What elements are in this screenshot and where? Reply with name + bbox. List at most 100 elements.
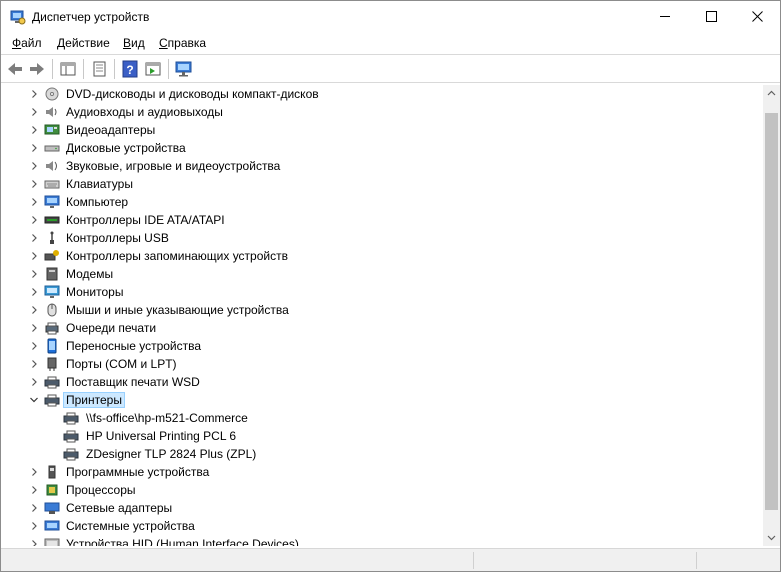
tree-item-label: Мыши и иные указывающие устройства [66,303,289,317]
chevron-right-icon[interactable] [28,538,40,546]
vertical-scrollbar[interactable] [763,85,780,546]
computer-icon [44,195,60,208]
menu-view-accel: В [123,36,132,50]
minimize-button[interactable] [642,1,688,32]
tree-item-label: \\fs-office\hp-m521-Commerce [86,411,248,425]
tree-category-item[interactable]: Порты (COM и LPT) [1,355,763,373]
tree-category-item[interactable]: Звуковые, игровые и видеоустройства [1,157,763,175]
chevron-right-icon[interactable] [28,142,40,154]
chevron-down-icon [767,535,776,541]
maximize-button[interactable] [688,1,734,32]
tree-item-label: Программные устройства [66,465,210,479]
tree-category-item[interactable]: Сетевые адаптеры [1,499,763,517]
chevron-right-icon[interactable] [28,502,40,514]
device-tree[interactable]: DVD-дисководы и дисководы компакт-дисков… [1,85,763,546]
chevron-right-icon[interactable] [28,250,40,262]
chevron-right-icon[interactable] [28,304,40,316]
tree-category-item[interactable]: Аудиовходы и аудиовыходы [1,103,763,121]
tree-item-label: Устройства HID (Human Interface Devices) [66,537,299,546]
tree-item-label: Модемы [66,267,114,281]
title-bar[interactable]: Диспетчер устройств [1,1,780,32]
tree-category-item[interactable]: Принтеры [1,391,763,409]
tree-item-label: Мониторы [66,285,124,299]
tree-category-item[interactable]: Устройства HID (Human Interface Devices) [1,535,763,546]
system-device-icon [44,520,60,531]
speaker-icon [46,107,57,117]
tree-category-item[interactable]: Программные устройства [1,463,763,481]
scroll-down-button[interactable] [763,529,780,546]
chevron-right-icon[interactable] [28,160,40,172]
menu-view[interactable]: Вид [123,36,145,50]
back-button[interactable] [5,59,25,79]
tree-item-label: HP Universal Printing PCL 6 [86,429,237,443]
tree-category-item[interactable]: Модемы [1,265,763,283]
scroll-up-button[interactable] [763,85,780,102]
processor-icon [46,484,58,496]
chevron-right-icon[interactable] [28,268,40,280]
toolbar-separator [168,59,169,79]
tree-item-label: Звуковые, игровые и видеоустройства [66,159,281,173]
chevron-right-icon[interactable] [28,340,40,352]
menu-view-label: ид [131,36,145,50]
tree-category-item[interactable]: Процессоры [1,481,763,499]
tree-item-label: Поставщик печати WSD [66,375,200,389]
show-hide-console-tree-button[interactable] [58,59,78,79]
monitor-icon [44,285,60,298]
details-view-button[interactable] [143,59,163,79]
forward-button[interactable] [27,59,47,79]
close-button[interactable] [734,1,780,32]
help-button[interactable]: ? [120,59,140,79]
tree-category-item[interactable]: Мониторы [1,283,763,301]
tree-category-item[interactable]: Компьютер [1,193,763,211]
chevron-right-icon[interactable] [28,484,40,496]
tree-category-item[interactable]: Контроллеры IDE ATA/ATAPI [1,211,763,229]
tree-item-label: Контроллеры USB [66,231,169,245]
tree-item-label: Контроллеры запоминающих устройств [66,249,288,263]
chevron-right-icon[interactable] [28,520,40,532]
chevron-right-icon[interactable] [28,286,40,298]
tree-category-item[interactable]: Клавиатуры [1,175,763,193]
chevron-right-icon[interactable] [28,124,40,136]
chevron-right-icon[interactable] [28,466,40,478]
device-manager-icon [10,10,26,25]
properties-button[interactable] [89,59,109,79]
sound-icon [46,161,57,171]
menu-file[interactable]: Файл [12,36,42,50]
details-view-icon [145,62,161,76]
tree-category-item[interactable]: Системные устройства [1,517,763,535]
chevron-right-icon[interactable] [28,178,40,190]
tree-category-item[interactable]: Контроллеры USB [1,229,763,247]
scroll-thumb[interactable] [765,113,778,510]
printer-icon [44,394,60,407]
chevron-right-icon[interactable] [28,214,40,226]
toolbar-separator [52,59,53,79]
minimize-icon [660,16,670,17]
tree-category-item[interactable]: Очереди печати [1,319,763,337]
chevron-right-icon[interactable] [28,376,40,388]
chevron-right-icon[interactable] [28,88,40,100]
tree-item-label: Контроллеры IDE ATA/ATAPI [66,213,225,227]
chevron-right-icon[interactable] [28,322,40,334]
menu-action[interactable]: Действие [57,36,110,50]
tree-child-item[interactable]: HP Universal Printing PCL 6 [1,427,763,445]
chevron-right-icon[interactable] [28,106,40,118]
chevron-right-icon[interactable] [28,196,40,208]
tree-category-item[interactable]: Мыши и иные указывающие устройства [1,301,763,319]
tree-child-item[interactable]: \\fs-office\hp-m521-Commerce [1,409,763,427]
tree-category-item[interactable]: Контроллеры запоминающих устройств [1,247,763,265]
printer-icon [44,376,60,389]
chevron-right-icon[interactable] [28,232,40,244]
help-icon: ? [122,60,138,78]
chevron-down-icon[interactable] [28,394,40,406]
tree-child-item[interactable]: ZDesigner TLP 2824 Plus (ZPL) [1,445,763,463]
tree-category-item[interactable]: Поставщик печати WSD [1,373,763,391]
tree-category-item[interactable]: Переносные устройства [1,337,763,355]
tree-category-item[interactable]: Видеоадаптеры [1,121,763,139]
menu-help[interactable]: Справка [159,36,206,50]
tree-category-item[interactable]: DVD-дисководы и дисководы компакт-дисков [1,85,763,103]
chevron-right-icon[interactable] [28,358,40,370]
toolbar-separator [114,59,115,79]
tree-category-item[interactable]: Дисковые устройства [1,139,763,157]
properties-icon [93,61,106,77]
scan-hardware-button[interactable] [174,59,194,79]
